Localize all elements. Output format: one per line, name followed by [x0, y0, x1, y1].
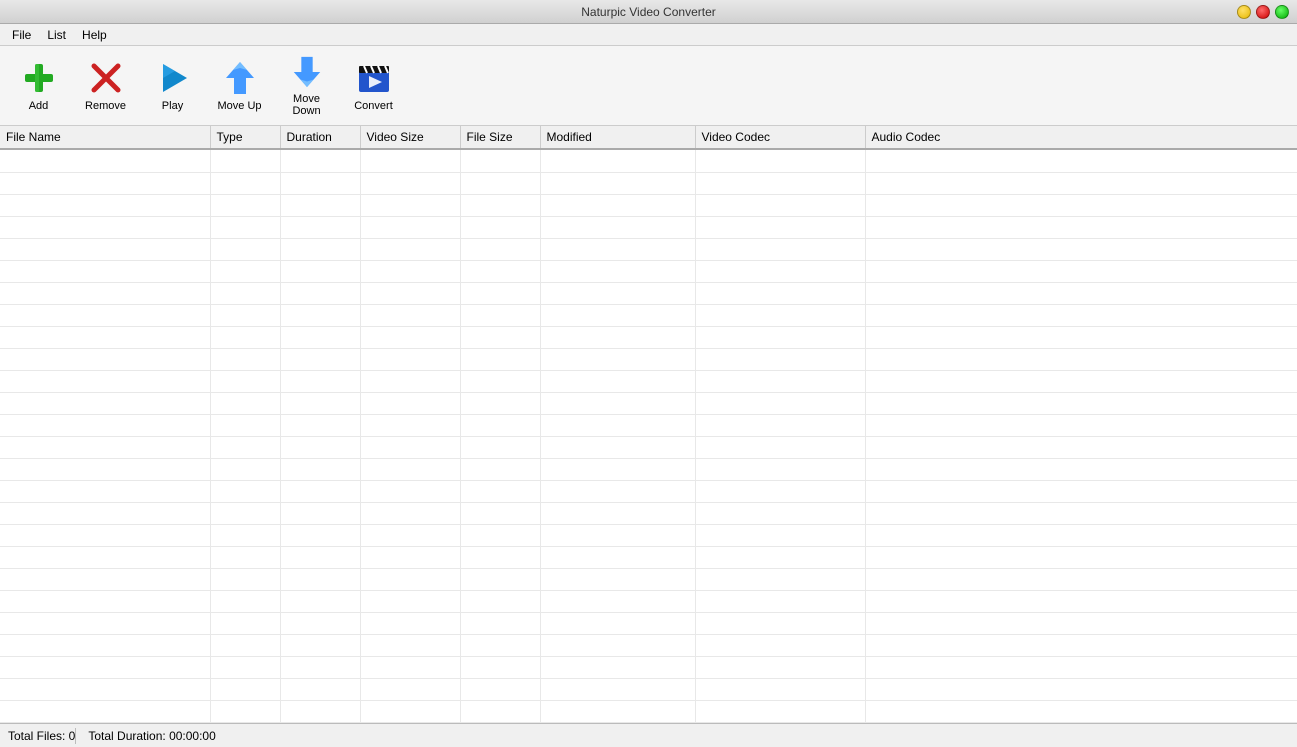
title-text: Naturpic Video Converter: [581, 5, 716, 19]
table-row[interactable]: [0, 634, 1297, 656]
table-row[interactable]: [0, 546, 1297, 568]
add-label: Add: [29, 100, 49, 112]
col-audiocodec: Audio Codec: [865, 126, 1297, 149]
move-up-icon: [222, 60, 258, 96]
table-body: [0, 150, 1297, 723]
move-up-button[interactable]: Move Up: [207, 51, 272, 121]
table-row[interactable]: [0, 590, 1297, 612]
move-up-label: Move Up: [217, 100, 261, 112]
col-filesize: File Size: [460, 126, 540, 149]
menu-bar: File List Help: [0, 24, 1297, 46]
move-down-label: Move Down: [278, 93, 335, 117]
col-modified: Modified: [540, 126, 695, 149]
table-row[interactable]: [0, 502, 1297, 524]
table-row[interactable]: [0, 326, 1297, 348]
toolbar: Add Remove Play Move Up: [0, 46, 1297, 126]
convert-label: Convert: [354, 100, 393, 112]
col-duration: Duration: [280, 126, 360, 149]
remove-label: Remove: [85, 100, 126, 112]
table-row[interactable]: [0, 458, 1297, 480]
add-icon: [21, 60, 57, 96]
table-row[interactable]: [0, 612, 1297, 634]
play-button[interactable]: Play: [140, 51, 205, 121]
table-row[interactable]: [0, 172, 1297, 194]
table-row[interactable]: [0, 656, 1297, 678]
window-controls: [1237, 5, 1289, 19]
table-scroll-area[interactable]: [0, 150, 1297, 723]
table-row[interactable]: [0, 216, 1297, 238]
col-videocodec: Video Codec: [695, 126, 865, 149]
table-row[interactable]: [0, 524, 1297, 546]
play-icon: [155, 60, 191, 96]
remove-icon: [88, 60, 124, 96]
table-row[interactable]: [0, 568, 1297, 590]
menu-help[interactable]: Help: [74, 26, 115, 44]
col-videosize: Video Size: [360, 126, 460, 149]
status-bar: Total Files: 0 Total Duration: 00:00:00: [0, 723, 1297, 747]
file-table: File Name Type Duration Video Size File …: [0, 126, 1297, 150]
table-row[interactable]: [0, 282, 1297, 304]
move-down-icon: [289, 55, 325, 89]
move-down-button[interactable]: Move Down: [274, 51, 339, 121]
menu-list[interactable]: List: [39, 26, 74, 44]
table-row[interactable]: [0, 480, 1297, 502]
table-row[interactable]: [0, 700, 1297, 722]
restore-button[interactable]: [1256, 5, 1270, 19]
play-label: Play: [162, 100, 183, 112]
convert-icon: [356, 60, 392, 96]
table-row[interactable]: [0, 260, 1297, 282]
table-row[interactable]: [0, 194, 1297, 216]
main-content: File Name Type Duration Video Size File …: [0, 126, 1297, 723]
total-duration-status: Total Duration: 00:00:00: [88, 729, 215, 743]
col-filename: File Name: [0, 126, 210, 149]
table-row[interactable]: [0, 348, 1297, 370]
close-button[interactable]: [1275, 5, 1289, 19]
table-row[interactable]: [0, 304, 1297, 326]
table-row[interactable]: [0, 150, 1297, 172]
status-divider: [75, 728, 76, 744]
convert-button[interactable]: Convert: [341, 51, 406, 121]
remove-button[interactable]: Remove: [73, 51, 138, 121]
menu-file[interactable]: File: [4, 26, 39, 44]
minimize-button[interactable]: [1237, 5, 1251, 19]
table-row[interactable]: [0, 414, 1297, 436]
add-button[interactable]: Add: [6, 51, 71, 121]
col-type: Type: [210, 126, 280, 149]
table-row[interactable]: [0, 436, 1297, 458]
table-row[interactable]: [0, 370, 1297, 392]
table-row[interactable]: [0, 238, 1297, 260]
total-files-status: Total Files: 0: [8, 729, 75, 743]
title-bar: Naturpic Video Converter: [0, 0, 1297, 24]
table-row[interactable]: [0, 392, 1297, 414]
table-row[interactable]: [0, 678, 1297, 700]
